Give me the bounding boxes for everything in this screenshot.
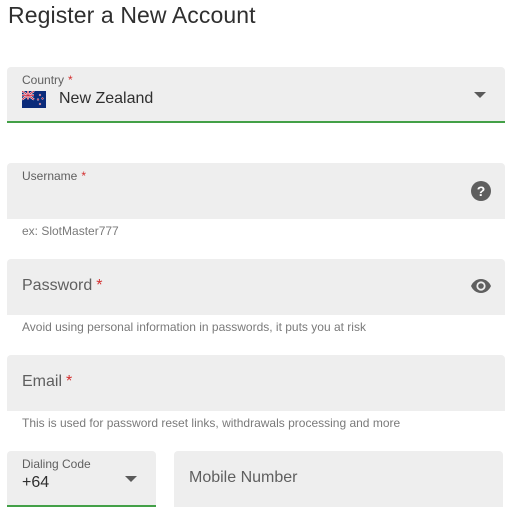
password-label: Password * bbox=[22, 277, 103, 294]
country-select[interactable]: Country * New Zealand bbox=[7, 67, 505, 123]
password-field[interactable]: Password * bbox=[7, 259, 505, 315]
required-mark: * bbox=[66, 373, 73, 390]
dropdown-arrow-icon[interactable] bbox=[125, 476, 137, 482]
help-icon[interactable]: ? bbox=[471, 181, 491, 201]
dialing-code-value: +64 bbox=[22, 474, 50, 491]
username-label: Username * bbox=[22, 169, 87, 183]
password-helper: Avoid using personal information in pass… bbox=[22, 320, 366, 334]
dialing-code-select[interactable]: Dialing Code +64 bbox=[7, 451, 156, 507]
new-zealand-flag-icon bbox=[22, 91, 46, 108]
email-helper: This is used for password reset links, w… bbox=[22, 416, 401, 430]
required-mark: * bbox=[96, 277, 103, 294]
username-field[interactable]: Username * ? bbox=[7, 163, 505, 219]
username-helper: ex: SlotMaster777 bbox=[22, 224, 119, 238]
register-page: Register a New Account Country * New Zeal… bbox=[0, 0, 510, 514]
dropdown-arrow-icon[interactable] bbox=[474, 92, 486, 98]
required-mark: * bbox=[68, 73, 73, 87]
email-label: Email * bbox=[22, 373, 73, 390]
eye-icon[interactable] bbox=[470, 278, 492, 294]
dialing-code-label: Dialing Code bbox=[22, 457, 91, 471]
mobile-number-field[interactable]: Mobile Number bbox=[174, 451, 503, 507]
email-field[interactable]: Email * bbox=[7, 355, 505, 411]
country-label: Country * bbox=[22, 73, 73, 87]
page-title: Register a New Account bbox=[8, 2, 256, 28]
country-value: New Zealand bbox=[59, 90, 154, 107]
required-mark: * bbox=[81, 169, 87, 183]
mobile-number-label: Mobile Number bbox=[189, 469, 298, 486]
